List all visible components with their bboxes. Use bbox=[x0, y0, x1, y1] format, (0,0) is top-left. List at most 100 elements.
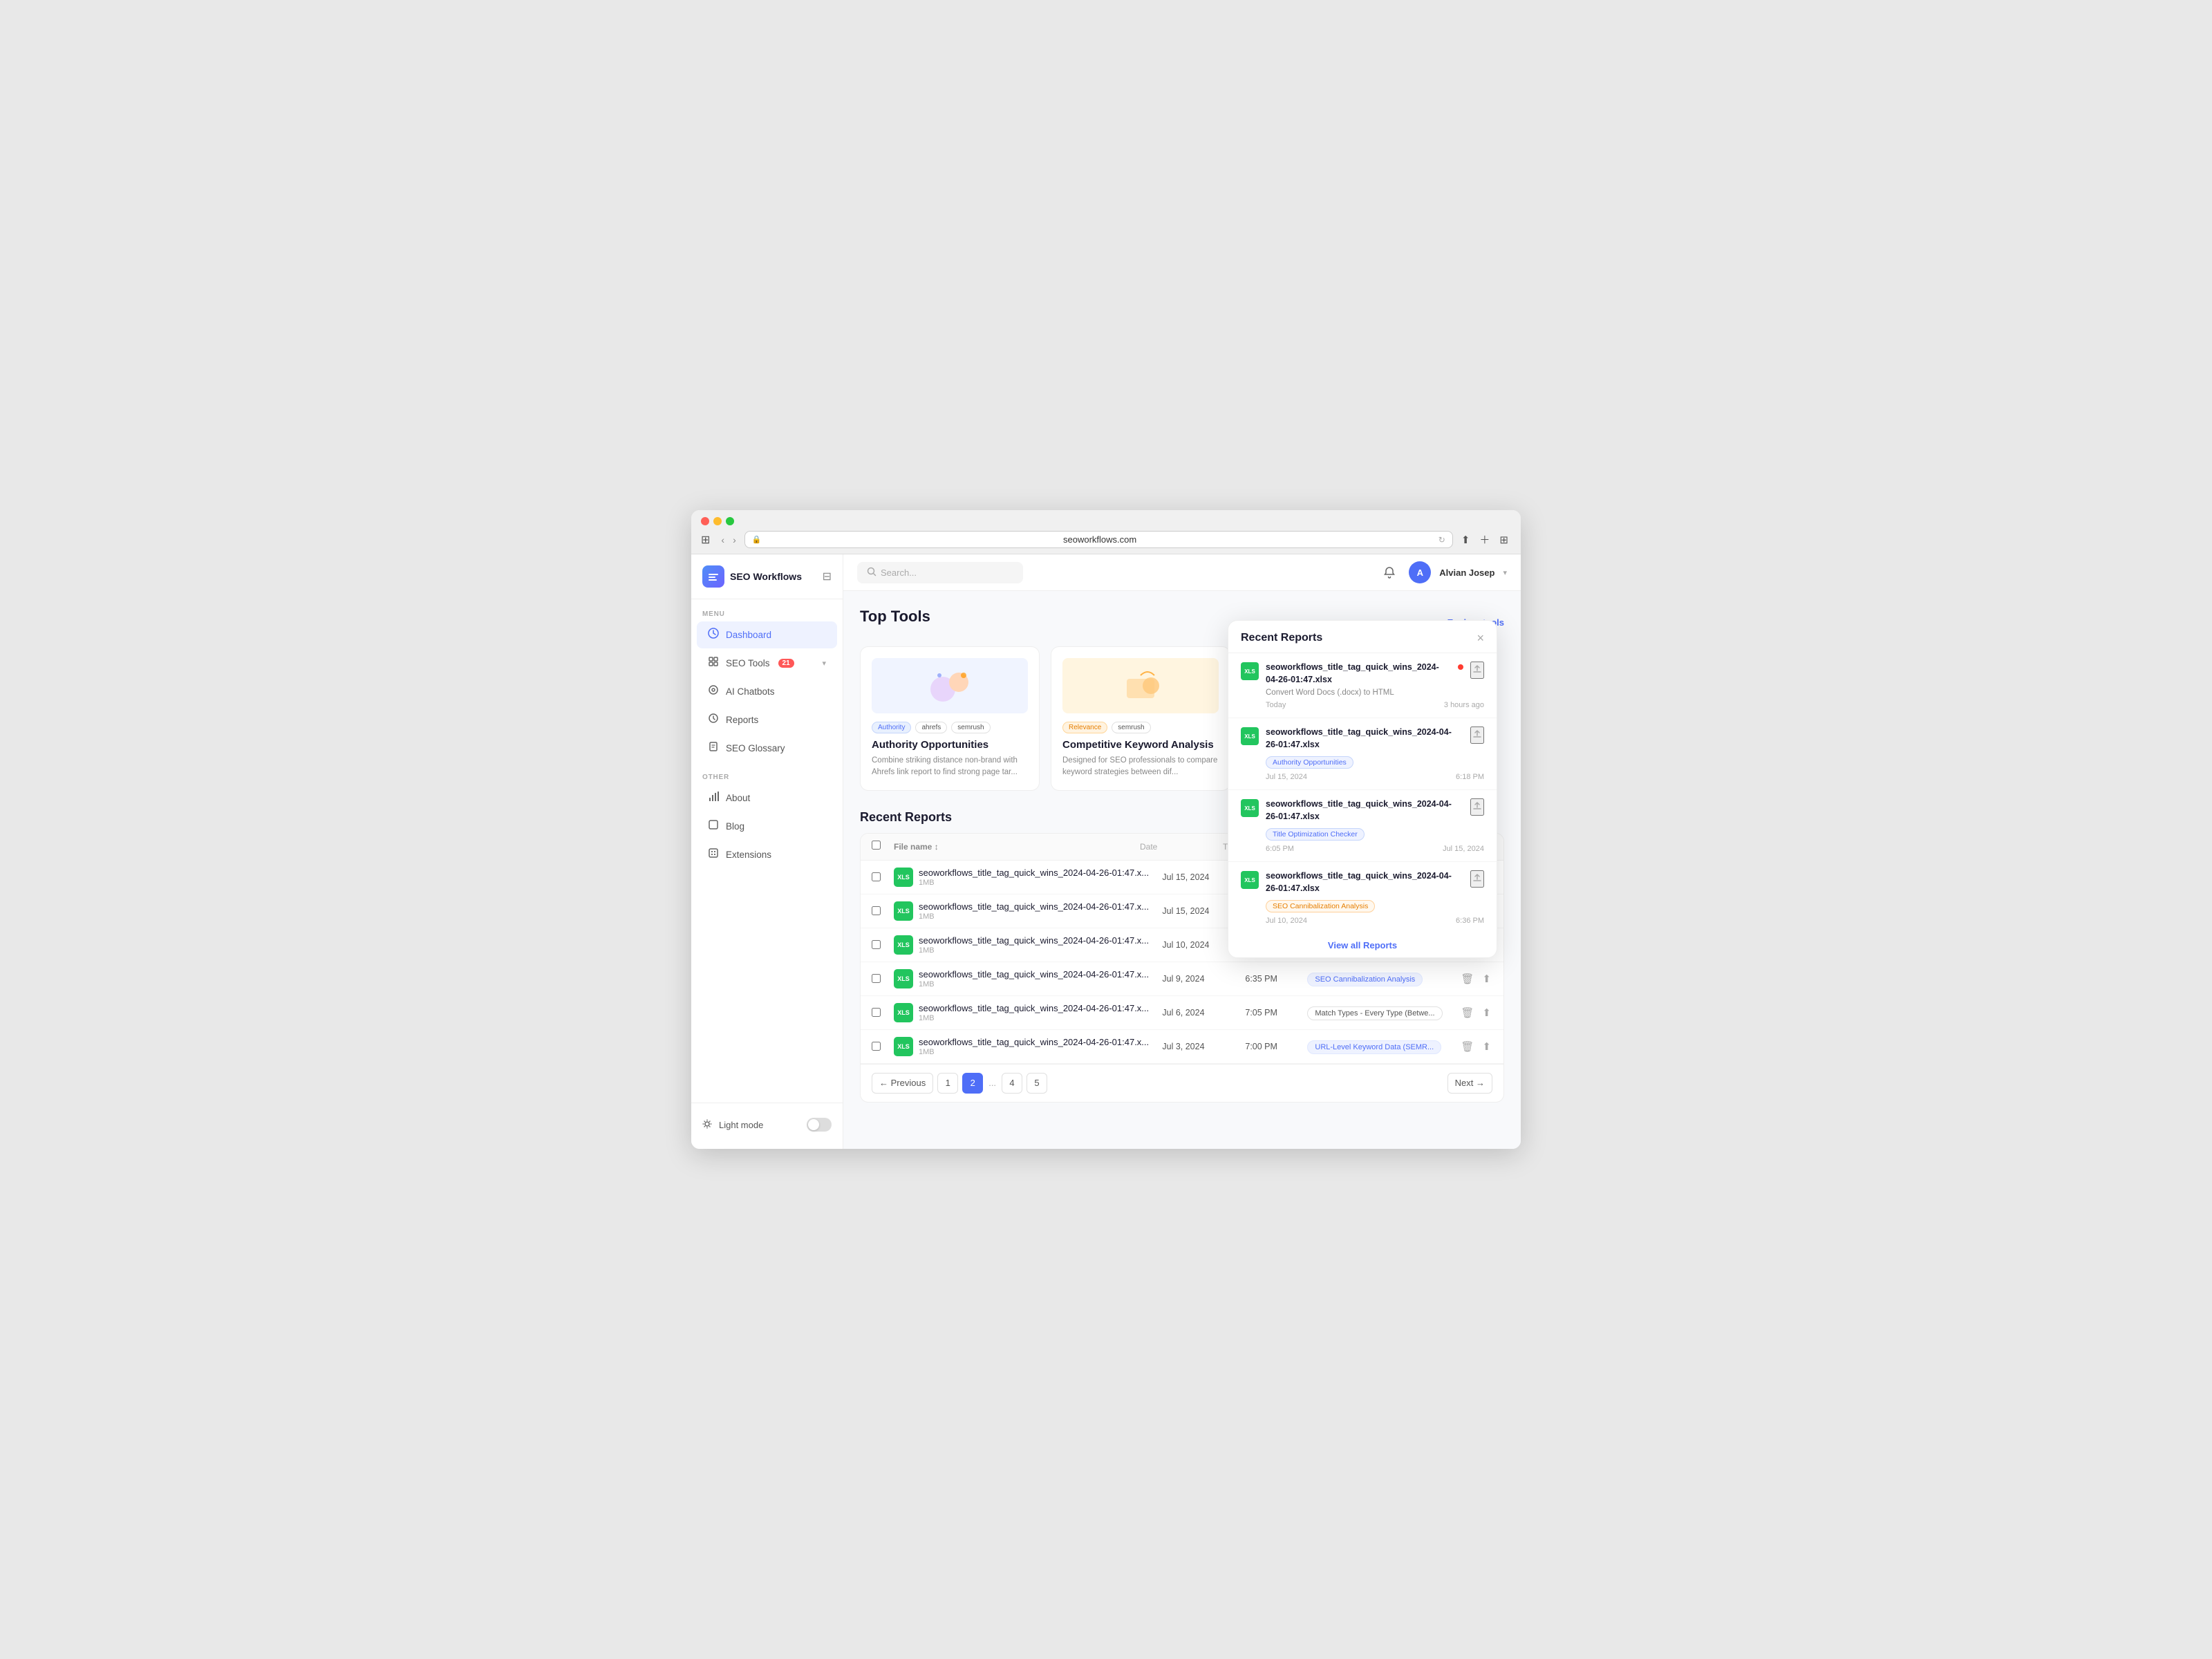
row-checkbox-wrap bbox=[872, 906, 894, 915]
logo-text: SEO Workflows bbox=[730, 571, 802, 582]
delete-btn[interactable]: 🗑 bbox=[1459, 971, 1475, 986]
file-size: 1MB bbox=[919, 912, 1149, 921]
row-checkbox[interactable] bbox=[872, 1008, 881, 1017]
tool-card-competitive-keyword[interactable]: 🔑 Relevance semrush Competitive Keyword … bbox=[1051, 646, 1230, 791]
popup-filename: seoworkflows_title_tag_quick_wins_2024-0… bbox=[1266, 662, 1451, 686]
upload-btn[interactable]: ⬆ bbox=[1481, 1039, 1492, 1054]
tag-relevance: Relevance bbox=[1062, 722, 1107, 733]
popup-upload-btn[interactable] bbox=[1470, 727, 1484, 744]
sidebar-toggle-btn[interactable]: ⊞ bbox=[701, 533, 710, 547]
row-tag-col: Match Types - Every Type (Betwe... bbox=[1307, 1006, 1459, 1019]
popup-item-top: XLS seoworkflows_title_tag_quick_wins_20… bbox=[1241, 662, 1484, 686]
header-right: A Alvian Josep ▾ bbox=[1378, 561, 1507, 583]
page-btn-5[interactable]: 5 bbox=[1027, 1073, 1047, 1094]
popup-meta: 6:05 PM Jul 15, 2024 bbox=[1241, 845, 1484, 853]
popup-filename: seoworkflows_title_tag_quick_wins_2024-0… bbox=[1266, 727, 1463, 751]
popup-meta: Jul 15, 2024 6:18 PM bbox=[1241, 773, 1484, 781]
delete-btn[interactable]: 🗑 bbox=[1459, 1005, 1475, 1020]
row-file-info: XLS seoworkflows_title_tag_quick_wins_20… bbox=[894, 1037, 1162, 1056]
row-checkbox[interactable] bbox=[872, 906, 881, 915]
back-btn[interactable]: ‹ bbox=[718, 533, 727, 547]
recent-reports-popup: Recent Reports × XLS seoworkflows_title_… bbox=[1228, 620, 1497, 958]
popup-xlsx-icon: XLS bbox=[1241, 799, 1259, 817]
upload-btn[interactable]: ⬆ bbox=[1481, 1005, 1492, 1020]
light-mode-icon bbox=[702, 1119, 712, 1131]
sidebar-item-ai-chatbots[interactable]: AI Chatbots bbox=[697, 678, 837, 705]
seo-tools-icon bbox=[708, 656, 719, 671]
sidebar-bottom: Light mode bbox=[691, 1103, 843, 1138]
forward-btn[interactable]: › bbox=[730, 533, 739, 547]
table-row[interactable]: XLS seoworkflows_title_tag_quick_wins_20… bbox=[861, 996, 1503, 1030]
sidebar-item-ai-chatbots-label: AI Chatbots bbox=[726, 686, 775, 697]
search-icon bbox=[867, 567, 877, 579]
reload-icon[interactable]: ↻ bbox=[1438, 535, 1445, 545]
notification-bell[interactable] bbox=[1378, 561, 1400, 583]
next-page-btn[interactable]: Next → bbox=[1447, 1073, 1492, 1094]
new-tab-btn[interactable]: ＋ bbox=[1477, 531, 1492, 548]
share-btn[interactable]: ⬆ bbox=[1459, 532, 1473, 547]
file-details: seoworkflows_title_tag_quick_wins_2024-0… bbox=[919, 868, 1149, 887]
popup-date: Today bbox=[1266, 701, 1286, 709]
row-checkbox[interactable] bbox=[872, 872, 881, 881]
sidebar-item-about[interactable]: About bbox=[697, 785, 837, 812]
sidebar-item-dashboard[interactable]: Dashboard bbox=[697, 621, 837, 648]
file-size: 1MB bbox=[919, 1014, 1149, 1022]
select-all-checkbox[interactable] bbox=[872, 841, 881, 850]
sidebar-item-seo-glossary[interactable]: SEO Glossary bbox=[697, 735, 837, 762]
row-checkbox[interactable] bbox=[872, 940, 881, 949]
tool-card-authority-opportunities[interactable]: 🎨 Authority ahrefs semrush Authority bbox=[860, 646, 1040, 791]
file-size: 1MB bbox=[919, 879, 1149, 887]
traffic-light-yellow[interactable] bbox=[713, 517, 722, 525]
popup-tag-wrap: Authority Opportunities bbox=[1241, 753, 1484, 769]
row-checkbox[interactable] bbox=[872, 1042, 881, 1051]
grid-btn[interactable]: ⊞ bbox=[1497, 532, 1511, 547]
row-checkbox-wrap bbox=[872, 940, 894, 949]
row-tag-col: URL-Level Keyword Data (SEMR... bbox=[1307, 1040, 1459, 1053]
tool-card-title-competitive: Competitive Keyword Analysis bbox=[1062, 739, 1219, 751]
sidebar-item-seo-tools[interactable]: SEO Tools 21 ▾ bbox=[697, 650, 837, 677]
tag-authority: Authority bbox=[872, 722, 911, 733]
row-file-info: XLS seoworkflows_title_tag_quick_wins_20… bbox=[894, 901, 1162, 921]
user-chevron-icon[interactable]: ▾ bbox=[1503, 568, 1507, 577]
light-mode-toggle[interactable] bbox=[807, 1118, 832, 1132]
prev-page-btn[interactable]: ← Previous bbox=[872, 1073, 933, 1094]
tool-card-image-authority: 🎨 bbox=[872, 658, 1028, 713]
sidebar-toggle-icon[interactable]: ⊟ bbox=[823, 570, 832, 583]
row-tag-col: SEO Cannibalization Analysis bbox=[1307, 973, 1459, 985]
page-btn-1[interactable]: 1 bbox=[937, 1073, 958, 1094]
upload-btn[interactable]: ⬆ bbox=[1481, 971, 1492, 986]
search-bar[interactable]: Search... bbox=[857, 562, 1023, 583]
traffic-light-green[interactable] bbox=[726, 517, 734, 525]
xlsx-icon: XLS bbox=[894, 901, 913, 921]
top-tools-title: Top Tools bbox=[860, 608, 930, 626]
popup-time: Jul 15, 2024 bbox=[1443, 845, 1484, 853]
menu-label: MENU bbox=[691, 605, 843, 621]
browser-chrome: ⊞ ‹ › 🔒 seoworkflows.com ↻ ⬆ ＋ ⊞ bbox=[691, 510, 1521, 554]
delete-btn[interactable]: 🗑 bbox=[1459, 1039, 1475, 1054]
table-row[interactable]: XLS seoworkflows_title_tag_quick_wins_20… bbox=[861, 962, 1503, 996]
dashboard-icon bbox=[708, 628, 719, 642]
popup-filename: seoworkflows_title_tag_quick_wins_2024-0… bbox=[1266, 870, 1463, 894]
popup-filename: seoworkflows_title_tag_quick_wins_2024-0… bbox=[1266, 798, 1463, 823]
sidebar-item-blog[interactable]: Blog bbox=[697, 813, 837, 840]
row-checkbox[interactable] bbox=[872, 974, 881, 983]
row-time: 7:00 PM bbox=[1245, 1042, 1307, 1051]
address-bar[interactable]: 🔒 seoworkflows.com ↻ bbox=[744, 531, 1453, 548]
page-btn-2[interactable]: 2 bbox=[962, 1073, 983, 1094]
popup-xlsx-icon: XLS bbox=[1241, 871, 1259, 889]
popup-upload-btn[interactable] bbox=[1470, 662, 1484, 679]
sidebar-item-extensions[interactable]: Extensions bbox=[697, 841, 837, 868]
file-size: 1MB bbox=[919, 946, 1149, 955]
popup-upload-btn[interactable] bbox=[1470, 798, 1484, 816]
traffic-light-red[interactable] bbox=[701, 517, 709, 525]
table-row[interactable]: XLS seoworkflows_title_tag_quick_wins_20… bbox=[861, 1030, 1503, 1064]
row-tag: Match Types - Every Type (Betwe... bbox=[1307, 1006, 1442, 1020]
file-name: seoworkflows_title_tag_quick_wins_2024-0… bbox=[919, 1037, 1149, 1047]
page-btn-4[interactable]: 4 bbox=[1002, 1073, 1022, 1094]
popup-upload-btn[interactable] bbox=[1470, 870, 1484, 888]
page-dots: ... bbox=[988, 1078, 996, 1088]
sidebar-item-reports[interactable]: Reports bbox=[697, 706, 837, 733]
popup-view-all-link[interactable]: View all Reports bbox=[1228, 933, 1497, 953]
file-details: seoworkflows_title_tag_quick_wins_2024-0… bbox=[919, 969, 1149, 988]
popup-close-btn[interactable]: × bbox=[1477, 632, 1484, 644]
